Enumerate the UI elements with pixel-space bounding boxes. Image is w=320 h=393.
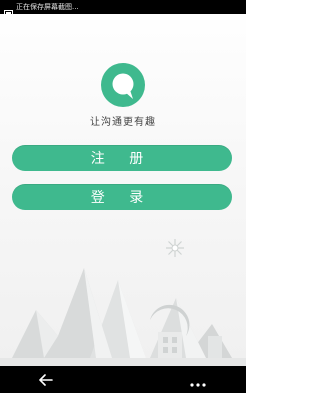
app-logo <box>100 62 146 108</box>
login-button-label: 登 录 <box>90 190 154 206</box>
screenshot-icon <box>4 3 13 18</box>
navigation-bar <box>0 366 246 393</box>
welcome-screen: 正在保存屏幕截图... 让沟通更有趣 注 册 登 录 <box>0 0 246 393</box>
status-bar: 正在保存屏幕截图... <box>0 0 246 18</box>
more-dots-icon[interactable] <box>188 375 208 387</box>
status-notification-text: 正在保存屏幕截图... <box>16 3 79 11</box>
back-arrow-icon[interactable] <box>38 372 54 388</box>
login-button[interactable]: 登 录 <box>12 184 232 210</box>
decorative-mountain-illustration <box>0 240 246 366</box>
register-button-label: 注 册 <box>90 151 154 167</box>
register-button[interactable]: 注 册 <box>12 145 232 171</box>
app-slogan: 让沟通更有趣 <box>90 117 156 128</box>
